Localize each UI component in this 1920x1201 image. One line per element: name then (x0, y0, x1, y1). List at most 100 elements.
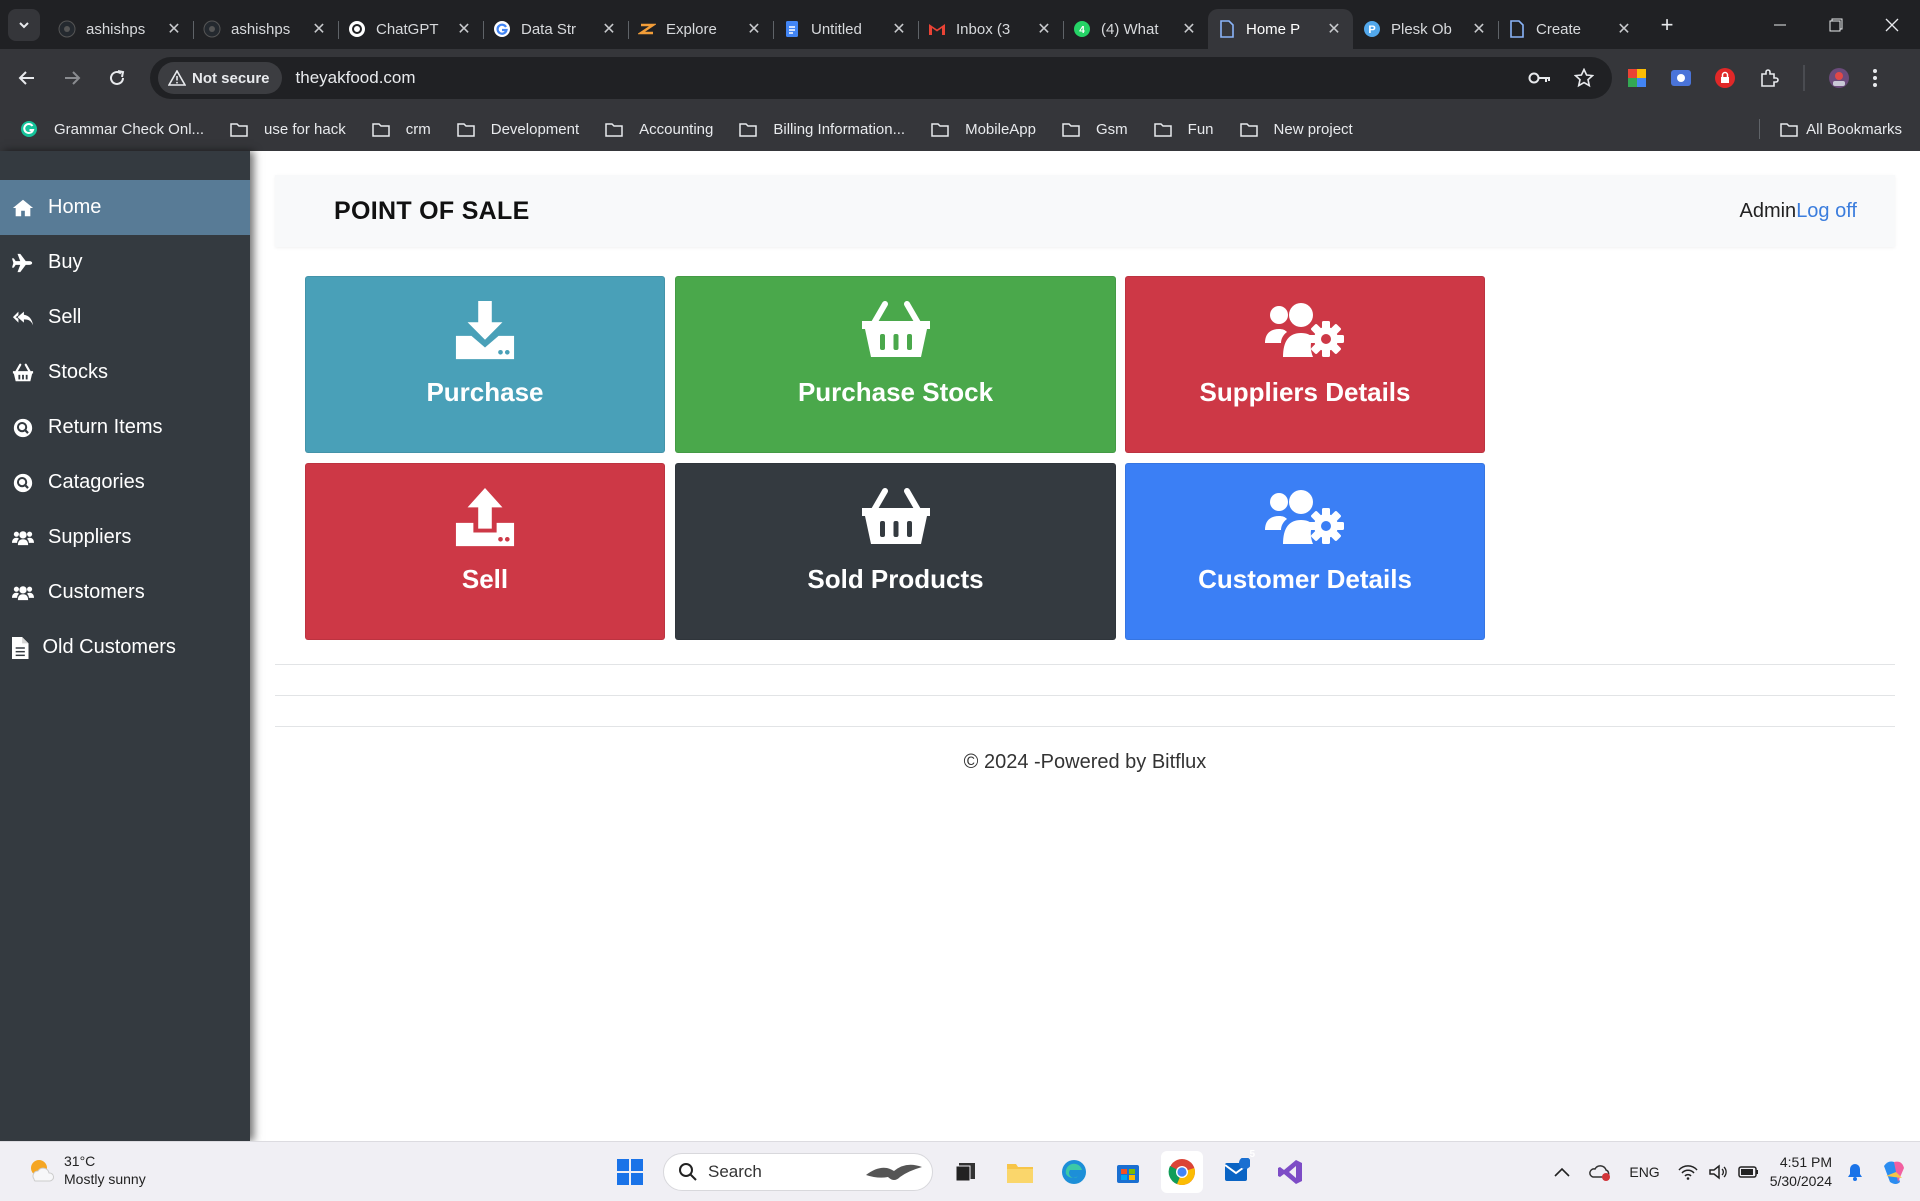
visual-studio-icon (1278, 1160, 1302, 1184)
close-tab-icon[interactable]: ✕ (1180, 19, 1198, 39)
file-explorer-button[interactable] (999, 1151, 1041, 1193)
browser-tab[interactable]: P Plesk Ob ✕ (1353, 9, 1498, 49)
battery-icon[interactable] (1737, 1165, 1760, 1179)
folder-icon (1239, 121, 1266, 137)
divider (1803, 65, 1805, 91)
chrome-button[interactable] (1161, 1151, 1203, 1193)
url-text[interactable]: theyakfood.com (296, 68, 416, 88)
browser-tab[interactable]: ashishps ✕ (193, 9, 338, 49)
security-chip[interactable]: Not secure (158, 62, 282, 94)
tile-customer-details[interactable]: Customer Details (1125, 463, 1485, 640)
browser-tab[interactable]: ChatGPT ✕ (338, 9, 483, 49)
browser-tab[interactable]: 4 (4) What ✕ (1063, 9, 1208, 49)
tab-search-button[interactable] (8, 8, 40, 41)
close-window-button[interactable] (1864, 0, 1920, 49)
bookmark-item[interactable]: Billing Information... (733, 114, 911, 144)
sidebar-item-return-items[interactable]: Return Items (0, 400, 250, 455)
close-tab-icon[interactable]: ✕ (310, 19, 328, 39)
close-tab-icon[interactable]: ✕ (1035, 19, 1053, 39)
bookmark-item[interactable]: Fun (1148, 114, 1220, 144)
new-tab-button[interactable]: + (1651, 9, 1683, 41)
logoff-link[interactable]: Log off (1796, 200, 1857, 222)
tile-sold-products[interactable]: Sold Products (675, 463, 1116, 640)
sidebar-item-buy[interactable]: Buy (0, 235, 250, 290)
minimize-button[interactable] (1752, 0, 1808, 49)
file-icon (12, 636, 43, 659)
browser-tab[interactable]: Explore ✕ (628, 9, 773, 49)
tile-suppliers-details[interactable]: Suppliers Details (1125, 276, 1485, 453)
back-button[interactable] (9, 60, 45, 96)
wifi-icon[interactable] (1678, 1164, 1698, 1180)
close-tab-icon[interactable]: ✕ (1470, 19, 1488, 39)
bookmark-item[interactable]: Grammar Check Onl... (14, 114, 210, 144)
sidebar-item-suppliers[interactable]: Suppliers (0, 510, 250, 565)
task-view-button[interactable] (945, 1151, 987, 1193)
sidebar-item-sell[interactable]: Sell (0, 290, 250, 345)
browser-tab[interactable]: Inbox (3 ✕ (918, 9, 1063, 49)
close-tab-icon[interactable]: ✕ (1615, 19, 1633, 39)
search-circle-icon (12, 472, 48, 494)
browser-tab[interactable]: Create ✕ (1498, 9, 1643, 49)
bookmark-item[interactable]: MobileApp (925, 114, 1042, 144)
notification-bell-icon[interactable] (1846, 1162, 1864, 1182)
clock[interactable]: 4:51 PM 5/30/2024 (1770, 1153, 1832, 1191)
search-icon (679, 1163, 697, 1181)
browser-tab[interactable]: Data Str ✕ (483, 9, 628, 49)
bookmark-item[interactable]: Gsm (1056, 114, 1134, 144)
edge-button[interactable] (1053, 1151, 1095, 1193)
browser-tab[interactable]: ashishps ✕ (48, 9, 193, 49)
reload-button[interactable] (99, 60, 135, 96)
forward-button[interactable] (54, 60, 90, 96)
warning-icon (168, 70, 186, 86)
chevron-up-icon[interactable] (1553, 1166, 1571, 1178)
store-button[interactable] (1107, 1151, 1149, 1193)
language-indicator[interactable]: ENG (1629, 1164, 1659, 1180)
close-tab-icon[interactable]: ✕ (745, 19, 763, 39)
reply-all-icon (12, 307, 48, 329)
profile-avatar-icon[interactable] (1828, 67, 1850, 89)
search-placeholder: Search (708, 1162, 762, 1181)
tile-sell[interactable]: Sell (305, 463, 665, 640)
lock-extension-icon[interactable] (1714, 67, 1736, 89)
google-icon (493, 20, 511, 38)
screen-recorder-icon[interactable] (1670, 67, 1692, 89)
bookmark-item[interactable]: New project (1234, 114, 1359, 144)
sidebar-item-customers[interactable]: Customers (0, 565, 250, 620)
tile-purchase[interactable]: Purchase (305, 276, 665, 453)
address-bar[interactable]: Not secure theyakfood.com (150, 57, 1612, 99)
all-bookmarks-button[interactable]: All Bookmarks (1780, 114, 1902, 144)
sidebar-item-stocks[interactable]: Stocks (0, 345, 250, 400)
bookmark-item[interactable]: crm (366, 114, 437, 144)
bookmark-item[interactable]: Accounting (599, 114, 719, 144)
key-icon[interactable] (1528, 70, 1552, 86)
star-icon[interactable] (1574, 68, 1594, 88)
bookmark-item[interactable]: Development (451, 114, 585, 144)
users-cog-icon (1265, 482, 1345, 552)
close-tab-icon[interactable]: ✕ (165, 19, 183, 39)
browser-tab[interactable]: Home P ✕ (1208, 9, 1353, 49)
sidebar-item-old-customers[interactable]: Old Customers (0, 620, 250, 675)
onedrive-error-icon[interactable] (1589, 1163, 1611, 1181)
taskbar-search[interactable]: Search (663, 1153, 933, 1191)
extension-colorful-icon[interactable] (1626, 67, 1648, 89)
puzzle-icon[interactable] (1758, 67, 1780, 89)
sidebar-item-catagories[interactable]: Catagories (0, 455, 250, 510)
close-tab-icon[interactable]: ✕ (455, 19, 473, 39)
close-tab-icon[interactable]: ✕ (1325, 19, 1343, 39)
restore-button[interactable] (1808, 0, 1864, 49)
folder-icon (372, 121, 398, 137)
sidebar-item-home[interactable]: Home (0, 180, 250, 235)
weather-widget[interactable]: 31°C Mostly sunny (26, 1152, 146, 1188)
tile-purchase-stock[interactable]: Purchase Stock (675, 276, 1116, 453)
bookmark-item[interactable]: use for hack (224, 114, 352, 144)
visual-studio-button[interactable] (1269, 1151, 1311, 1193)
close-tab-icon[interactable]: ✕ (890, 19, 908, 39)
more-menu-icon[interactable] (1872, 68, 1878, 88)
start-button[interactable] (609, 1151, 651, 1193)
browser-tab[interactable]: Untitled ✕ (773, 9, 918, 49)
close-tab-icon[interactable]: ✕ (600, 19, 618, 39)
app-brand[interactable]: POINT OF SALE (334, 175, 530, 247)
copilot-icon[interactable] (1880, 1158, 1908, 1186)
volume-icon[interactable] (1708, 1163, 1728, 1180)
outlook-button[interactable]: 5 (1215, 1149, 1257, 1193)
